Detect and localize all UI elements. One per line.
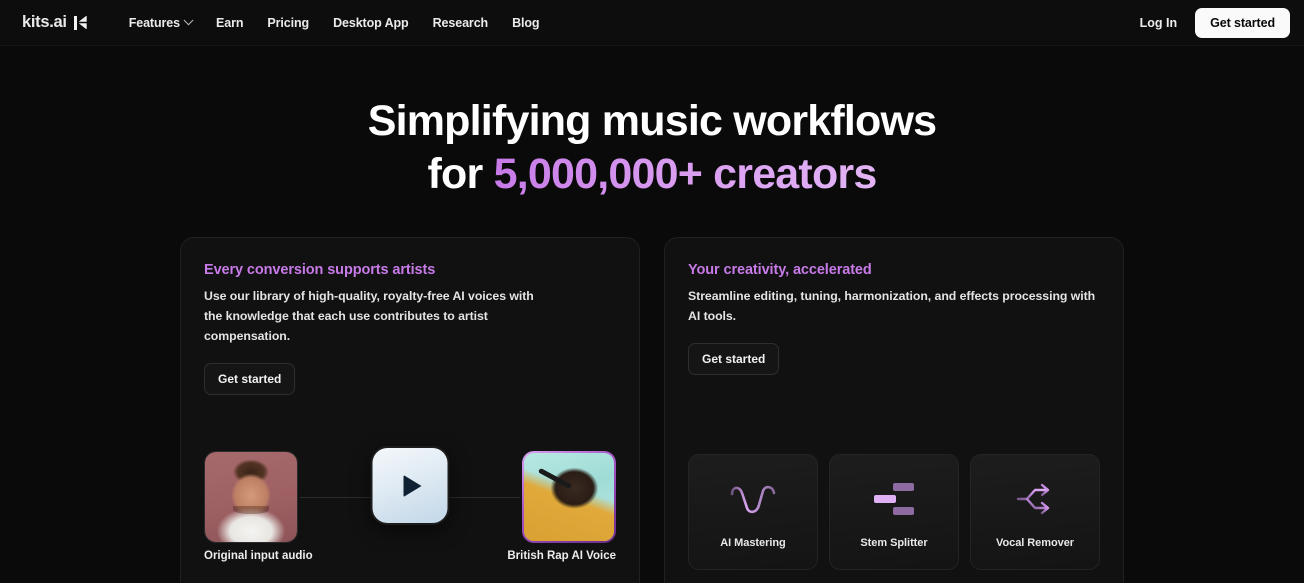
top-navbar: kits.ai Features Earn Pricing Desktop Ap… — [0, 0, 1304, 46]
card-right-title: Your creativity, accelerated — [688, 262, 872, 278]
card-right-get-started-button[interactable]: Get started — [688, 342, 780, 375]
get-started-button[interactable]: Get started — [1195, 7, 1290, 38]
chevron-down-icon — [183, 15, 194, 26]
nav-item-earn[interactable]: Earn — [204, 10, 255, 36]
card-conversion-supports-artists: Every conversion supports artists Use ou… — [180, 237, 640, 583]
page-title: Simplifying music workflows for 5,000,00… — [0, 98, 1304, 197]
hero-line-2-accent: 5,000,000+ creators — [493, 150, 878, 198]
waveform-icon — [730, 475, 776, 523]
hero-line-2-prefix: for — [427, 150, 494, 198]
login-link[interactable]: Log In — [1130, 10, 1188, 36]
tool-ai-mastering-label: AI Mastering — [720, 537, 786, 549]
card-left-description: Use our library of high-quality, royalty… — [204, 289, 534, 343]
card-right-description: Streamline editing, tuning, harmonizatio… — [688, 289, 1096, 323]
nav-item-features[interactable]: Features — [117, 10, 204, 36]
hero-line-1: Simplifying music workflows — [367, 97, 937, 145]
hero-line-2: for 5,000,000+ creators — [0, 151, 1304, 197]
original-audio-label: Original input audio — [204, 550, 313, 562]
nav-links: Features Earn Pricing Desktop App Resear… — [117, 10, 552, 36]
hero-section: Simplifying music workflows for 5,000,00… — [0, 46, 1304, 197]
tool-vocal-remover[interactable]: Vocal Remover — [970, 454, 1100, 570]
original-audio-thumbnail[interactable] — [204, 451, 298, 543]
ai-voice-thumbnail[interactable] — [522, 451, 616, 543]
branch-arrows-icon — [1016, 475, 1054, 523]
kits-k-mark-icon — [73, 15, 87, 30]
card-creativity-accelerated: Your creativity, accelerated Streamline … — [664, 237, 1124, 583]
voice-conversion-flow: Original input audio British Rap AI Voic… — [204, 446, 616, 566]
person-photo-original — [205, 452, 297, 542]
person-photo-singer — [524, 453, 614, 541]
tool-vocal-remover-label: Vocal Remover — [995, 537, 1074, 549]
nav-item-pricing[interactable]: Pricing — [255, 10, 321, 36]
nav-item-desktop-app[interactable]: Desktop App — [321, 10, 421, 36]
nav-item-research[interactable]: Research — [421, 10, 501, 36]
logo-text: kits.ai — [22, 13, 67, 31]
tool-stem-splitter[interactable]: Stem Splitter — [829, 454, 959, 570]
ai-voice-label: British Rap AI Voice — [507, 550, 616, 562]
split-bars-icon — [874, 475, 914, 523]
card-left-title: Every conversion supports artists — [204, 262, 436, 278]
tool-ai-mastering[interactable]: AI Mastering — [688, 454, 818, 570]
original-audio-image — [205, 452, 297, 542]
play-triangle-icon — [403, 474, 422, 497]
ai-tools-grid: AI Mastering Stem Splitter Vocal Remover — [688, 454, 1100, 570]
nav-item-blog[interactable]: Blog — [500, 10, 551, 36]
nav-actions: Log In Get started — [1130, 7, 1290, 38]
ai-voice-image — [524, 453, 614, 541]
logo[interactable]: kits.ai — [22, 13, 87, 32]
tool-stem-splitter-label: Stem Splitter — [860, 537, 928, 549]
nav-item-features-label: Features — [128, 15, 180, 30]
card-left-get-started-button[interactable]: Get started — [204, 362, 296, 395]
feature-cards: Every conversion supports artists Use ou… — [0, 197, 1304, 583]
play-button[interactable] — [370, 446, 450, 525]
